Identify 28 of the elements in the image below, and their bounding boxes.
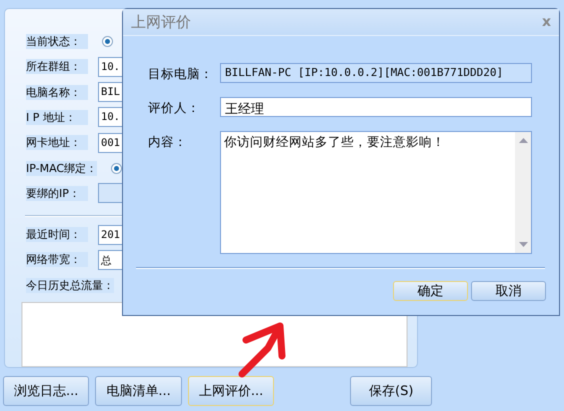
- toolbar-button[interactable]: 上网评价...: [188, 376, 274, 406]
- scroll-up-icon[interactable]: [518, 138, 528, 143]
- field-label: 评价人：: [148, 99, 201, 117]
- dialog-button[interactable]: 取消: [471, 281, 546, 301]
- field-label: 电脑名称：: [26, 84, 88, 100]
- field-label: 网卡地址：: [26, 135, 88, 150]
- field-label: 内容：: [148, 133, 188, 151]
- toolbar-button[interactable]: 保存(S): [350, 376, 432, 406]
- radio-button[interactable]: [111, 162, 122, 174]
- scroll-down-icon[interactable]: [518, 242, 528, 247]
- toolbar-button[interactable]: 电脑清单...: [95, 376, 182, 406]
- field-label: 今日历史总流量：: [26, 278, 114, 293]
- scrollbar[interactable]: [515, 132, 531, 253]
- field-label: 最近时间：: [26, 227, 88, 242]
- toolbar-button[interactable]: 浏览日志...: [3, 376, 90, 406]
- dialog-button[interactable]: 确定: [393, 281, 468, 301]
- target-field: BILLFAN-PC [IP:10.0.0.2][MAC:001B771DDD20]: [220, 63, 532, 83]
- window-title: 上网评价: [131, 12, 191, 32]
- field-label: 要绑的IP：: [26, 186, 88, 201]
- field-label: 当前状态：: [26, 34, 88, 50]
- field-label: 网络带宽：: [26, 252, 88, 268]
- text-area[interactable]: 你访问财经网站多了些，要注意影响！: [220, 131, 532, 254]
- field-label: I P 地址：: [26, 110, 88, 125]
- field-label: 所在群组：: [26, 59, 88, 74]
- field-label: 目标电脑：: [148, 65, 214, 83]
- field-label: IP-MAC绑定：: [26, 160, 98, 176]
- radio-button[interactable]: [102, 36, 113, 48]
- input-field[interactable]: 王经理: [220, 97, 532, 117]
